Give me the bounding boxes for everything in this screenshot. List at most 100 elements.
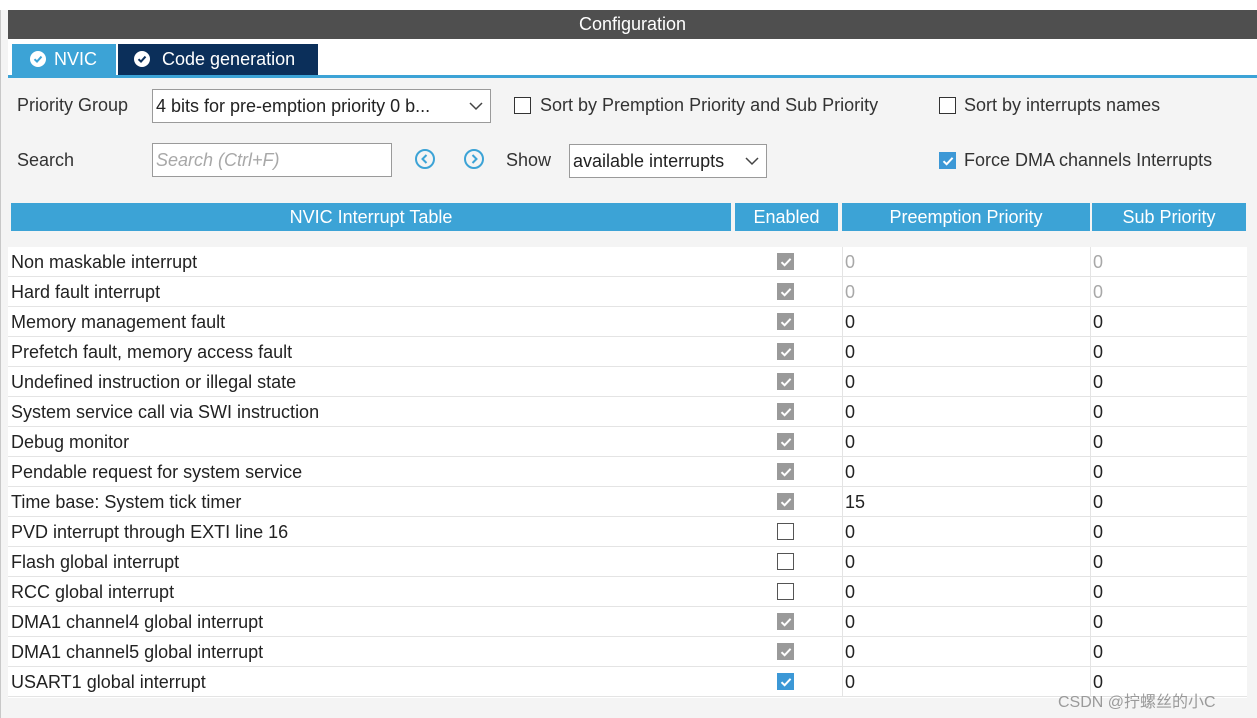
watermark: CSDN @拧螺丝的小C	[1058, 694, 1216, 711]
table-row[interactable]: Prefetch fault, memory access fault 0 0	[8, 337, 1247, 367]
interrupt-name: PVD interrupt through EXTI line 16	[11, 522, 289, 542]
sub-priority-cell[interactable]: 0	[1090, 517, 1247, 547]
table-row[interactable]: Memory management fault 0 0	[8, 307, 1247, 337]
sub-priority-cell[interactable]: 0	[1090, 637, 1247, 667]
interrupt-name: Pendable request for system service	[11, 462, 303, 482]
header-sub-priority[interactable]: Sub Priority	[1092, 203, 1246, 231]
interrupt-name: Hard fault interrupt	[11, 282, 161, 302]
preemption-priority-cell[interactable]: 0	[842, 457, 1092, 487]
enabled-checkbox	[777, 643, 794, 660]
table-row[interactable]: Debug monitor 0 0	[8, 427, 1247, 457]
preemption-priority-cell: 0	[842, 277, 1092, 307]
sub-priority-cell[interactable]: 0	[1090, 487, 1247, 517]
tab-label: Code generation	[162, 49, 296, 69]
table-row[interactable]: Hard fault interrupt 0 0	[8, 277, 1247, 307]
enabled-checkbox	[777, 313, 794, 330]
preemption-priority-cell[interactable]: 15	[842, 487, 1092, 517]
table-row[interactable]: RCC global interrupt 0 0	[8, 577, 1247, 607]
enabled-checkbox	[777, 463, 794, 480]
table-row[interactable]: Pendable request for system service 0 0	[8, 457, 1247, 487]
check-circle-icon	[134, 51, 150, 67]
table-row[interactable]: DMA1 channel4 global interrupt 0 0	[8, 607, 1247, 637]
configuration-title: Configuration	[8, 10, 1257, 39]
enabled-checkbox	[777, 283, 794, 300]
priority-group-label: Priority Group	[17, 95, 129, 115]
sub-priority-cell[interactable]: 0	[1090, 337, 1247, 367]
priority-group-value: 4 bits for pre-emption priority 0 b...	[156, 96, 431, 116]
preemption-priority-cell[interactable]: 0	[842, 637, 1092, 667]
table-row[interactable]: Flash global interrupt 0 0	[8, 547, 1247, 577]
enabled-checkbox[interactable]	[777, 583, 794, 600]
sort-names-checkbox[interactable]	[939, 97, 956, 114]
sub-priority-cell[interactable]: 0	[1090, 367, 1247, 397]
sub-priority-cell[interactable]: 0	[1090, 307, 1247, 337]
enabled-checkbox	[777, 433, 794, 450]
search-label: Search	[17, 150, 75, 170]
preemption-priority-cell[interactable]: 0	[842, 577, 1092, 607]
sub-priority-cell[interactable]: 0	[1090, 397, 1247, 427]
interrupt-name: Prefetch fault, memory access fault	[11, 342, 293, 362]
preemption-priority-cell[interactable]: 0	[842, 337, 1092, 367]
sort-names-label: Sort by interrupts names	[964, 95, 1161, 115]
enabled-checkbox[interactable]	[777, 553, 794, 570]
show-select[interactable]: available interrupts	[569, 144, 767, 178]
check-circle-icon	[30, 51, 46, 67]
table-row[interactable]: DMA1 channel5 global interrupt 0 0	[8, 637, 1247, 667]
table-row[interactable]: Non maskable interrupt 0 0	[8, 247, 1247, 277]
enabled-checkbox	[777, 403, 794, 420]
chevron-down-icon	[468, 90, 484, 122]
enabled-checkbox	[777, 373, 794, 390]
interrupt-name: Debug monitor	[11, 432, 130, 452]
sub-priority-cell[interactable]: 0	[1090, 607, 1247, 637]
search-previous-icon[interactable]	[414, 148, 436, 170]
interrupt-name: RCC global interrupt	[11, 582, 175, 602]
table-row[interactable]: PVD interrupt through EXTI line 16 0 0	[8, 517, 1247, 547]
table-row[interactable]: System service call via SWI instruction 0…	[8, 397, 1247, 427]
interrupt-name: Flash global interrupt	[11, 552, 180, 572]
interrupt-name: Undefined instruction or illegal state	[11, 372, 297, 392]
sub-priority-cell[interactable]: 0	[1090, 547, 1247, 577]
preemption-priority-cell[interactable]: 0	[842, 607, 1092, 637]
preemption-priority-cell[interactable]: 0	[842, 517, 1092, 547]
header-preemption-priority[interactable]: Preemption Priority	[842, 203, 1090, 231]
preemption-priority-cell[interactable]: 0	[842, 547, 1092, 577]
search-next-icon[interactable]	[463, 148, 485, 170]
table-row[interactable]: Undefined instruction or illegal state 0 0	[8, 367, 1247, 397]
search-placeholder: Search (Ctrl+F)	[156, 150, 280, 170]
show-value: available interrupts	[573, 151, 725, 171]
preemption-priority-cell[interactable]: 0	[842, 397, 1092, 427]
sub-priority-cell[interactable]: 0	[1090, 457, 1247, 487]
header-enabled[interactable]: Enabled	[735, 203, 838, 231]
priority-group-select[interactable]: 4 bits for pre-emption priority 0 b...	[152, 89, 491, 123]
tab-label: NVIC	[54, 49, 98, 69]
enabled-checkbox	[777, 253, 794, 270]
preemption-priority-cell[interactable]: 0	[842, 667, 1092, 697]
header-nvic-interrupt-table[interactable]: NVIC Interrupt Table	[11, 203, 731, 231]
sub-priority-cell: 0	[1090, 277, 1247, 307]
force-dma-checkbox[interactable]	[939, 152, 956, 169]
sub-priority-cell[interactable]: 0	[1090, 577, 1247, 607]
enabled-checkbox	[777, 613, 794, 630]
interrupt-name: Memory management fault	[11, 312, 226, 332]
search-input[interactable]: Search (Ctrl+F)	[152, 143, 392, 177]
tab-nvic[interactable]: NVIC	[12, 44, 116, 75]
tab-code-generation[interactable]: Code generation	[118, 44, 318, 75]
enabled-checkbox[interactable]	[777, 523, 794, 540]
interrupt-name: DMA1 channel5 global interrupt	[11, 642, 264, 662]
preemption-priority-cell[interactable]: 0	[842, 307, 1092, 337]
force-dma-label: Force DMA channels Interrupts	[964, 150, 1213, 170]
interrupt-name: USART1 global interrupt	[11, 672, 206, 692]
enabled-checkbox[interactable]	[777, 673, 794, 690]
preemption-priority-cell[interactable]: 0	[842, 427, 1092, 457]
interrupt-name: System service call via SWI instruction	[11, 402, 320, 422]
enabled-checkbox	[777, 493, 794, 510]
sub-priority-cell[interactable]: 0	[1090, 427, 1247, 457]
table-row[interactable]: Time base: System tick timer 15 0	[8, 487, 1247, 517]
sort-premption-checkbox[interactable]	[514, 97, 531, 114]
interrupt-name: Non maskable interrupt	[11, 252, 198, 272]
preemption-priority-cell[interactable]: 0	[842, 367, 1092, 397]
tab-underline	[8, 75, 1257, 78]
preemption-priority-cell: 0	[842, 247, 1092, 277]
interrupt-name: Time base: System tick timer	[11, 492, 242, 512]
interrupt-name: DMA1 channel4 global interrupt	[11, 612, 264, 632]
